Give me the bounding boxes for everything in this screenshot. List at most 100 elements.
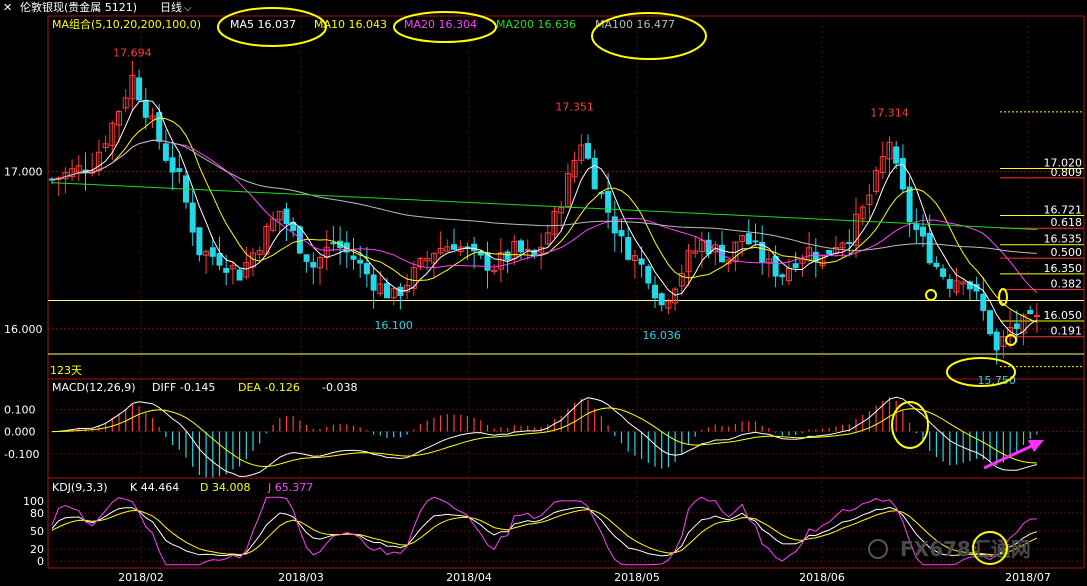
candle-down [906, 186, 913, 223]
macd-y-tick-label: -0.100 [4, 448, 39, 461]
kdj-y-tick-label: 20 [30, 543, 44, 556]
candle-down [350, 255, 357, 260]
peak-label: 17.314 [870, 106, 909, 119]
fib-level-label: 0.500 [1051, 246, 1083, 259]
kdj-legend-d: D 34.008 [200, 481, 250, 494]
close-icon[interactable]: ✕ [3, 1, 12, 14]
candle-down [652, 284, 658, 299]
candle-down [913, 223, 920, 230]
macd-legend-dea: DEA -0.126 [238, 381, 300, 394]
candle-down [933, 262, 940, 268]
candle-down [980, 293, 987, 312]
fib-level-label: 16.050 [1044, 309, 1083, 322]
kdj-legend-j: J 65.377 [267, 481, 313, 494]
candle-down [296, 226, 303, 254]
fib-level-label: 16.350 [1044, 262, 1083, 275]
candle-down [451, 244, 457, 250]
candle-down [471, 243, 478, 252]
candle-down [1027, 310, 1034, 315]
candle-down [370, 274, 377, 291]
macd-y-tick-label: 0.100 [4, 403, 36, 416]
candle-down [846, 241, 853, 244]
fib-level-label: 16.535 [1044, 233, 1083, 246]
peak-label: 17.694 [113, 47, 152, 60]
candle-down [303, 254, 310, 262]
candle-down [1013, 323, 1020, 329]
x-tick-label: 2018/05 [614, 571, 660, 584]
kdj-y-tick-label: 0 [37, 555, 44, 568]
price-y-tick-label: 17.000 [4, 166, 43, 179]
kdj-legend-k: K 44.464 [130, 481, 179, 494]
candle-down [993, 331, 1000, 351]
kdj-indicator-label[interactable]: KDJ(9,3,3) [52, 481, 108, 494]
candle-down [946, 279, 953, 289]
x-tick-label: 2018/04 [446, 571, 492, 584]
candle-up [1033, 315, 1040, 318]
candle-down [826, 249, 833, 255]
peak-label: 16.100 [374, 319, 413, 332]
x-tick-label: 2018/06 [799, 571, 845, 584]
candle-down [926, 232, 933, 264]
chart-background [0, 0, 1087, 586]
candle-down [638, 258, 645, 265]
candle-down [772, 255, 779, 277]
candle-down [209, 247, 216, 257]
candle-down [658, 293, 665, 306]
period-dropdown-icon[interactable]: ⌵ [184, 3, 192, 14]
peak-label: 16.036 [642, 329, 681, 342]
x-tick-label: 2018/07 [1005, 571, 1051, 584]
candle-down [330, 242, 337, 245]
candle-down [893, 146, 900, 164]
ma-legend-ma5: MA5 16.037 [230, 18, 296, 31]
candle-down [283, 208, 290, 225]
candle-down [585, 143, 591, 159]
macd-legend-diff: DIFF -0.145 [152, 381, 215, 394]
watermark: FX678汇通网 [900, 537, 1031, 561]
candle-down [196, 227, 203, 256]
period-selector[interactable]: 日线 [160, 0, 182, 14]
candle-down [618, 230, 625, 237]
kdj-y-tick-label: 100 [23, 495, 44, 508]
ma-legend-ma20: MA20 16.304 [404, 18, 477, 31]
macd-legend-hist: -0.038 [322, 381, 357, 394]
candle-down [142, 100, 149, 118]
instrument-title: 伦敦银现(贵金属 5121) [20, 0, 137, 14]
ma-indicator-label[interactable]: MA组合(5,10,20,200,100,0) [52, 17, 201, 31]
macd-y-tick-label: 0.000 [4, 426, 36, 439]
kdj-y-tick-label: 50 [30, 525, 44, 538]
candle-down [136, 77, 143, 101]
fib-level-label: 0.191 [1051, 325, 1083, 338]
x-tick-label: 2018/03 [278, 571, 324, 584]
stock-chart[interactable]: 伦敦银现(贵金属 5121) 日线 ⌵ ✕ MA组合(5,10,20,200,1… [0, 0, 1087, 586]
days-count-label: 123天 [50, 364, 82, 377]
fib-level-label: 0.809 [1051, 166, 1083, 179]
candle-down [779, 274, 786, 278]
candle-down [611, 216, 618, 234]
candle-down [223, 267, 230, 273]
candle-down [752, 240, 759, 243]
candle-down [504, 251, 511, 261]
candle-down [591, 157, 598, 190]
candle-down [745, 233, 752, 245]
fib-level-label: 16.721 [1044, 203, 1083, 216]
macd-indicator-label[interactable]: MACD(12,26,9) [52, 381, 136, 394]
candle-down [899, 158, 906, 190]
candle-down [162, 143, 169, 161]
candle-down [189, 202, 196, 233]
candle-down [176, 168, 183, 172]
candle-down [357, 259, 364, 264]
fib-level-label: 0.382 [1051, 278, 1083, 291]
price-y-tick-label: 16.000 [4, 323, 43, 336]
peak-label: 17.351 [555, 100, 594, 113]
candle-down [236, 269, 243, 281]
candle-down [156, 112, 163, 142]
candle-down [384, 283, 390, 299]
candle-down [920, 226, 926, 237]
candle-down [940, 268, 947, 277]
x-tick-label: 2018/02 [118, 571, 164, 584]
candle-down [518, 240, 524, 253]
candle-down [625, 237, 632, 260]
fib-level-label: 0.618 [1051, 216, 1083, 229]
candle-down [645, 266, 652, 284]
kdj-y-tick-label: 80 [30, 507, 44, 520]
